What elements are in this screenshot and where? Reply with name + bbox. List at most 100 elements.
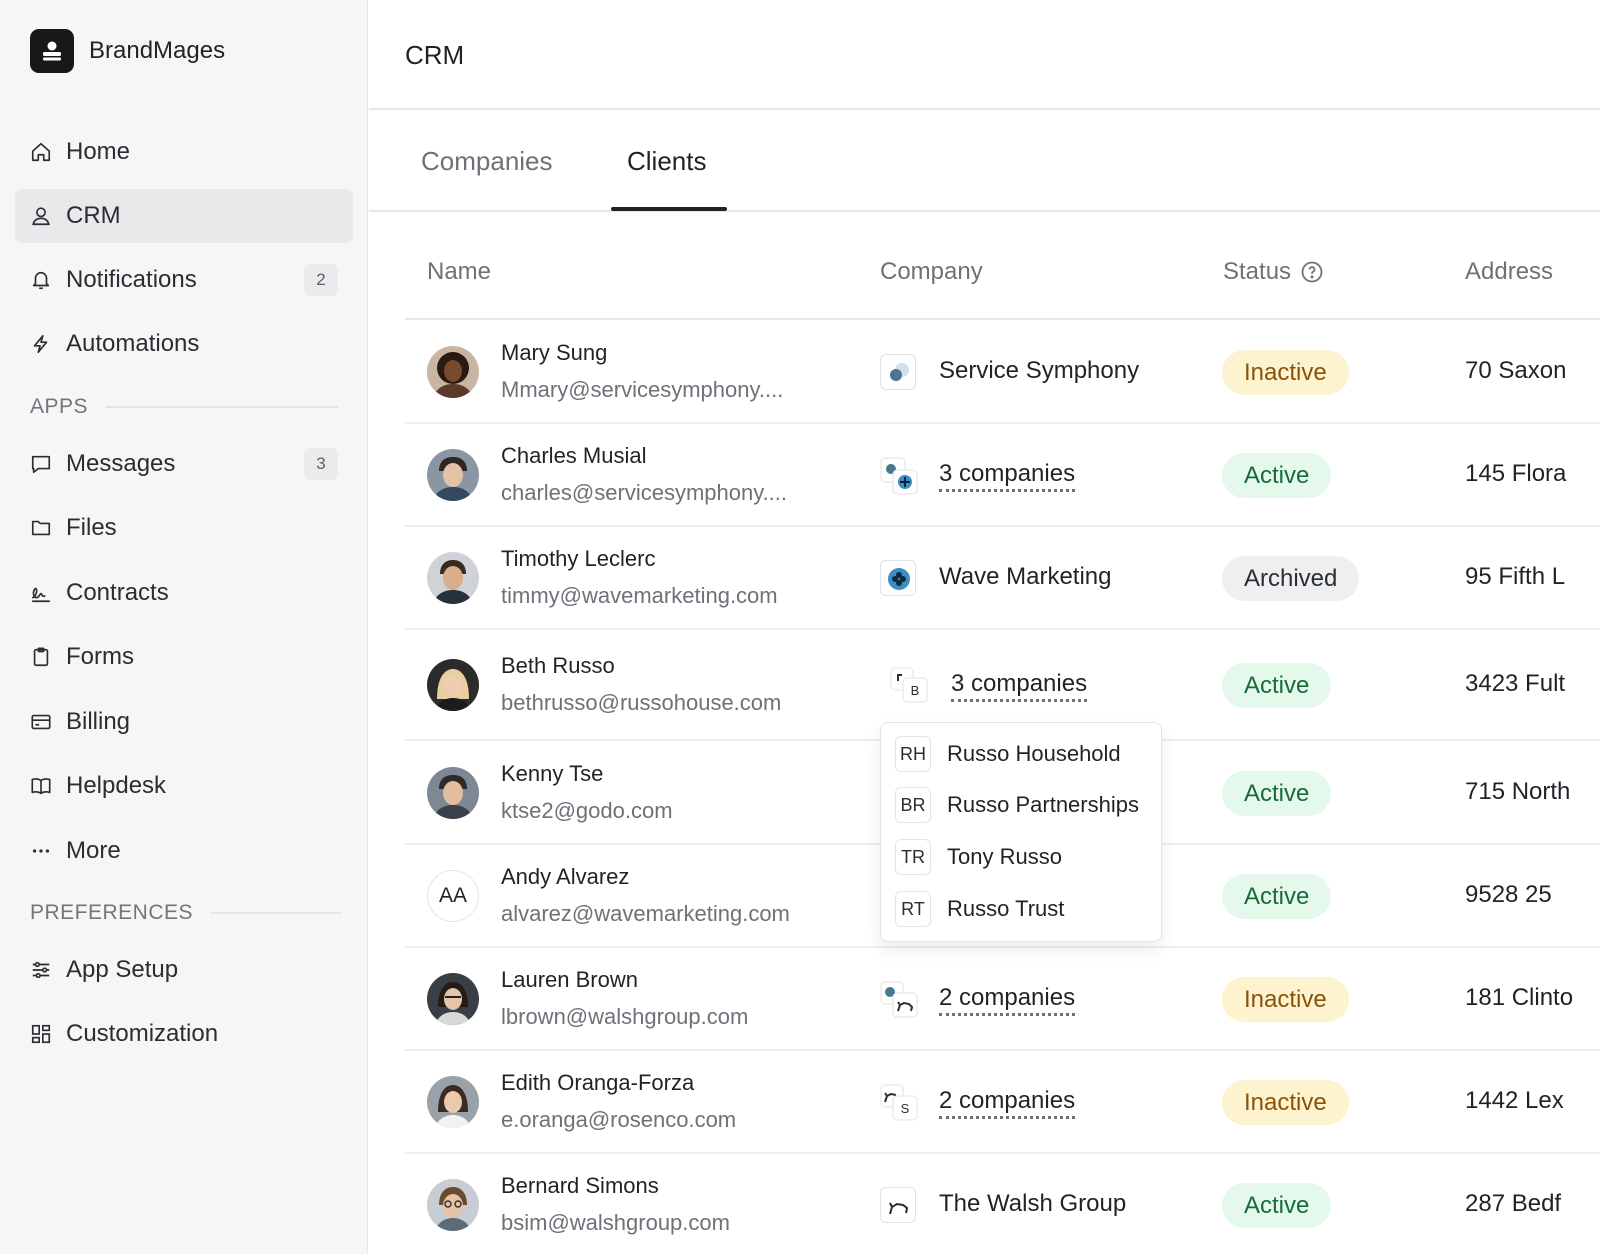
- avatar: [427, 659, 479, 711]
- company-initials: BR: [895, 787, 931, 823]
- stacked-company-logos: [880, 457, 918, 495]
- client-email: lbrown@walshgroup.com: [501, 1004, 749, 1029]
- table-row[interactable]: Mary Sung Mmary@servicesymphony.... Serv…: [405, 320, 1600, 424]
- client-name[interactable]: Andy Alvarez: [501, 864, 629, 890]
- company-name[interactable]: Service Symphony: [939, 357, 1139, 385]
- popover-company-item[interactable]: RH Russo Household: [895, 736, 1121, 772]
- address: 145 Flora: [1465, 460, 1567, 487]
- popover-company-item[interactable]: TR Tony Russo: [895, 839, 1062, 875]
- status-badge: Active: [1222, 1183, 1332, 1228]
- client-name[interactable]: Lauren Brown: [501, 967, 638, 993]
- sidebar-item-customization[interactable]: Customization: [15, 1007, 353, 1061]
- user-icon: [29, 204, 53, 228]
- table-row[interactable]: Lauren Brown lbrown@walshgroup.com 2 com…: [405, 947, 1600, 1051]
- table-row[interactable]: Edith Oranga-Forza e.oranga@rosenco.com …: [405, 1050, 1600, 1154]
- sidebar-item-label: Files: [66, 514, 117, 541]
- sidebar-item-contracts[interactable]: Contracts: [15, 566, 353, 620]
- sidebar-item-billing[interactable]: Billing: [15, 695, 353, 749]
- sidebar-item-notifications[interactable]: Notifications 2: [15, 253, 353, 307]
- divider: [211, 912, 342, 914]
- sidebar-item-files[interactable]: Files: [15, 501, 353, 555]
- client-name[interactable]: Kenny Tse: [501, 761, 603, 787]
- company-logo: [880, 1187, 916, 1223]
- column-header-name[interactable]: Name: [427, 258, 491, 286]
- avatar: [427, 1076, 479, 1128]
- help-circle-icon[interactable]: [1300, 260, 1324, 284]
- credit-card-icon: [29, 710, 53, 734]
- preferences-section-label: PREFERENCES: [30, 901, 342, 925]
- avatar: [427, 449, 479, 501]
- sidebar-item-label: Automations: [66, 330, 200, 357]
- sidebar-item-label: Notifications: [66, 266, 197, 293]
- table-row[interactable]: Charles Musial charles@servicesymphony..…: [405, 423, 1600, 527]
- tab-companies[interactable]: Companies: [421, 146, 553, 177]
- notifications-count-badge: 2: [304, 264, 338, 296]
- popover-company-item[interactable]: RT Russo Trust: [895, 891, 1064, 927]
- sidebar-item-label: Forms: [66, 643, 134, 670]
- table-header: Name Company Status Address: [405, 232, 1600, 320]
- avatar-initials: AA: [427, 870, 479, 922]
- sidebar-item-automations[interactable]: Automations: [15, 317, 353, 371]
- sidebar-item-more[interactable]: More: [15, 824, 353, 878]
- client-name[interactable]: Edith Oranga-Forza: [501, 1070, 694, 1096]
- stacked-company-logos: [880, 981, 918, 1018]
- status-badge: Active: [1222, 453, 1332, 498]
- client-name[interactable]: Beth Russo: [501, 653, 615, 679]
- popover-company-item[interactable]: BR Russo Partnerships: [895, 787, 1139, 823]
- sidebar-item-label: App Setup: [66, 956, 179, 983]
- sidebar-item-crm[interactable]: CRM: [15, 189, 353, 243]
- brand[interactable]: BrandMages: [30, 29, 225, 73]
- client-email: ktse2@godo.com: [501, 798, 673, 823]
- company-name[interactable]: Wave Marketing: [939, 563, 1112, 591]
- sidebar-item-home[interactable]: Home: [15, 125, 353, 179]
- table-row[interactable]: Bernard Simons bsim@walshgroup.com The W…: [405, 1153, 1600, 1254]
- tab-clients[interactable]: Clients: [627, 146, 706, 177]
- sidebar-item-messages[interactable]: Messages 3: [15, 437, 353, 491]
- company-count-link[interactable]: 2 companies: [939, 984, 1076, 1016]
- company-initials: TR: [895, 839, 931, 875]
- company-count-link[interactable]: 3 companies: [951, 670, 1088, 702]
- sidebar-item-label: Messages: [66, 450, 176, 477]
- sidebar-item-app-setup[interactable]: App Setup: [15, 943, 353, 997]
- sidebar-item-forms[interactable]: Forms: [15, 630, 353, 684]
- client-name[interactable]: Charles Musial: [501, 443, 647, 469]
- apps-section-label: APPS: [30, 395, 339, 419]
- stacked-company-logos: S: [880, 1084, 918, 1121]
- sidebar-item-helpdesk[interactable]: Helpdesk: [15, 759, 353, 813]
- column-header-address[interactable]: Address: [1465, 258, 1553, 286]
- company-logo: [880, 354, 916, 390]
- client-email: e.oranga@rosenco.com: [501, 1107, 737, 1132]
- sidebar-item-label: Customization: [66, 1020, 219, 1047]
- address: 70 Saxon: [1465, 357, 1567, 384]
- status-badge: Archived: [1222, 556, 1360, 601]
- status-badge: Active: [1222, 771, 1332, 816]
- svg-text:S: S: [901, 1101, 910, 1116]
- address: 9528 25: [1465, 881, 1552, 908]
- signature-icon: [29, 581, 53, 605]
- company-count-link[interactable]: 2 companies: [939, 1087, 1076, 1119]
- stacked-company-logos: B: [890, 667, 928, 703]
- company-name[interactable]: The Walsh Group: [939, 1190, 1126, 1218]
- avatar: [427, 973, 479, 1025]
- client-name[interactable]: Timothy Leclerc: [501, 546, 655, 572]
- active-tab-indicator: [611, 207, 727, 211]
- bolt-icon: [29, 332, 53, 356]
- client-name[interactable]: Bernard Simons: [501, 1173, 659, 1199]
- company-name: Tony Russo: [947, 844, 1062, 869]
- client-email: bethrusso@russohouse.com: [501, 690, 782, 715]
- company-count-link[interactable]: 3 companies: [939, 460, 1076, 492]
- avatar: [427, 346, 479, 398]
- address: 287 Bedf: [1465, 1190, 1562, 1217]
- book-icon: [29, 774, 53, 798]
- client-email: alvarez@wavemarketing.com: [501, 901, 790, 926]
- clipboard-icon: [29, 645, 53, 669]
- table-row[interactable]: Timothy Leclerc timmy@wavemarketing.com …: [405, 526, 1600, 630]
- tab-bar: Companies Clients: [369, 110, 1600, 212]
- column-header-status[interactable]: Status: [1223, 258, 1324, 286]
- client-email: charles@servicesymphony....: [501, 480, 788, 505]
- column-header-company[interactable]: Company: [880, 258, 983, 286]
- address: 95 Fifth L: [1465, 563, 1566, 590]
- sidebar-item-label: CRM: [66, 202, 121, 229]
- company-name: Russo Household: [947, 741, 1121, 766]
- client-name[interactable]: Mary Sung: [501, 340, 607, 366]
